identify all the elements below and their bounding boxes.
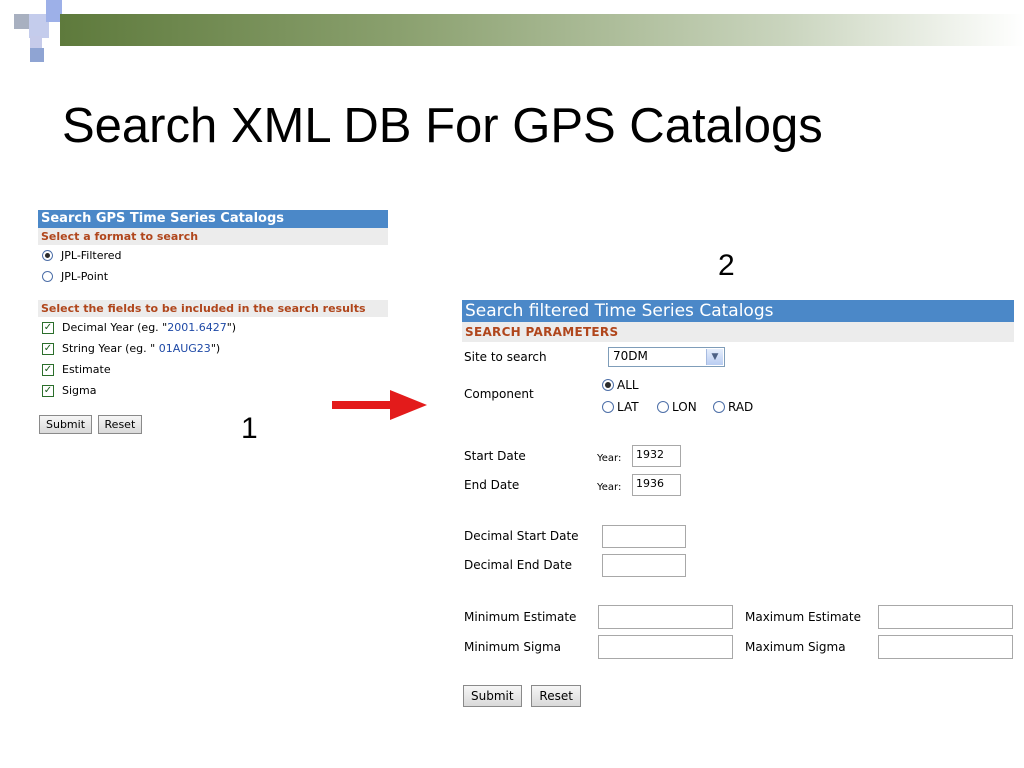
corner-square-gray [14, 14, 29, 29]
chevron-down-icon[interactable]: ▼ [706, 349, 723, 365]
site-select-value: 70DM [613, 349, 648, 363]
submit-button[interactable]: Submit [39, 415, 93, 434]
panel-title: Search GPS Time Series Catalogs [38, 210, 388, 228]
end-year-prefix: Year: [597, 482, 622, 493]
radio-icon[interactable] [713, 401, 725, 413]
filtered-search-panel: Search filtered Time Series Catalogs SEA… [462, 300, 1014, 720]
reset-button[interactable]: Reset [531, 685, 581, 707]
start-year-prefix: Year: [597, 453, 622, 464]
decimal-end-label: Decimal End Date [464, 558, 573, 572]
start-date-label: Start Date [464, 449, 526, 463]
decimal-start-label: Decimal Start Date [464, 529, 579, 543]
field-option-decimal-year[interactable]: ✓ Decimal Year (eg. "2001.6427") [38, 317, 388, 338]
field-option-estimate[interactable]: ✓ Estimate [38, 359, 388, 380]
decimal-start-input[interactable] [602, 525, 686, 548]
fields-heading: Select the fields to be included in the … [38, 300, 388, 317]
radio-icon[interactable] [42, 271, 53, 282]
component-option-lat[interactable]: LAT [602, 400, 639, 414]
max-estimate-input[interactable] [878, 605, 1013, 629]
field-label: String Year (eg. " 01AUG23") [62, 342, 221, 355]
radio-selected-icon[interactable] [602, 379, 614, 391]
panel-title: Search filtered Time Series Catalogs [462, 300, 1014, 322]
end-date-label: End Date [464, 478, 520, 492]
format-option-jpl-point[interactable]: JPL-Point [38, 266, 388, 287]
site-label: Site to search [464, 350, 547, 364]
corner-square-lilac [30, 36, 42, 48]
field-label: Decimal Year (eg. "2001.6427") [62, 321, 237, 334]
format-label: JPL-Point [61, 270, 109, 283]
component-label: Component [464, 387, 534, 401]
step-marker-2: 2 [718, 249, 735, 282]
format-option-jpl-filtered[interactable]: JPL-Filtered [38, 245, 388, 266]
start-year-input[interactable]: 1932 [632, 445, 681, 467]
right-arrow-icon [332, 390, 427, 420]
slide-title: Search XML DB For GPS Catalogs [62, 99, 823, 153]
min-sigma-input[interactable] [598, 635, 733, 659]
field-label: Sigma [62, 384, 97, 397]
site-select[interactable]: 70DM ▼ [608, 347, 725, 367]
format-label: JPL-Filtered [61, 249, 122, 262]
corner-square-steel [30, 48, 44, 62]
checkbox-checked-icon[interactable]: ✓ [42, 321, 54, 334]
max-sigma-label: Maximum Sigma [745, 640, 846, 654]
field-option-string-year[interactable]: ✓ String Year (eg. " 01AUG23") [38, 338, 388, 359]
radio-selected-icon[interactable] [42, 250, 53, 261]
decimal-end-input[interactable] [602, 554, 686, 577]
min-sigma-label: Minimum Sigma [464, 640, 562, 654]
max-estimate-label: Maximum Estimate [745, 610, 861, 624]
component-option-rad[interactable]: RAD [713, 400, 753, 414]
format-heading: Select a format to search [38, 228, 388, 245]
checkbox-checked-icon[interactable]: ✓ [42, 363, 54, 376]
radio-icon[interactable] [657, 401, 669, 413]
end-year-input[interactable]: 1936 [632, 474, 681, 496]
submit-button[interactable]: Submit [463, 685, 522, 707]
component-option-lon[interactable]: LON [657, 400, 697, 414]
checkbox-checked-icon[interactable]: ✓ [42, 342, 54, 355]
checkbox-checked-icon[interactable]: ✓ [42, 384, 54, 397]
radio-icon[interactable] [602, 401, 614, 413]
component-option-all[interactable]: ALL [602, 378, 639, 392]
min-estimate-label: Minimum Estimate [464, 610, 577, 624]
max-sigma-input[interactable] [878, 635, 1013, 659]
title-band [60, 14, 1024, 46]
reset-button[interactable]: Reset [97, 415, 143, 434]
min-estimate-input[interactable] [598, 605, 733, 629]
search-parameters-heading: SEARCH PARAMETERS [462, 322, 1014, 342]
field-label: Estimate [62, 363, 111, 376]
